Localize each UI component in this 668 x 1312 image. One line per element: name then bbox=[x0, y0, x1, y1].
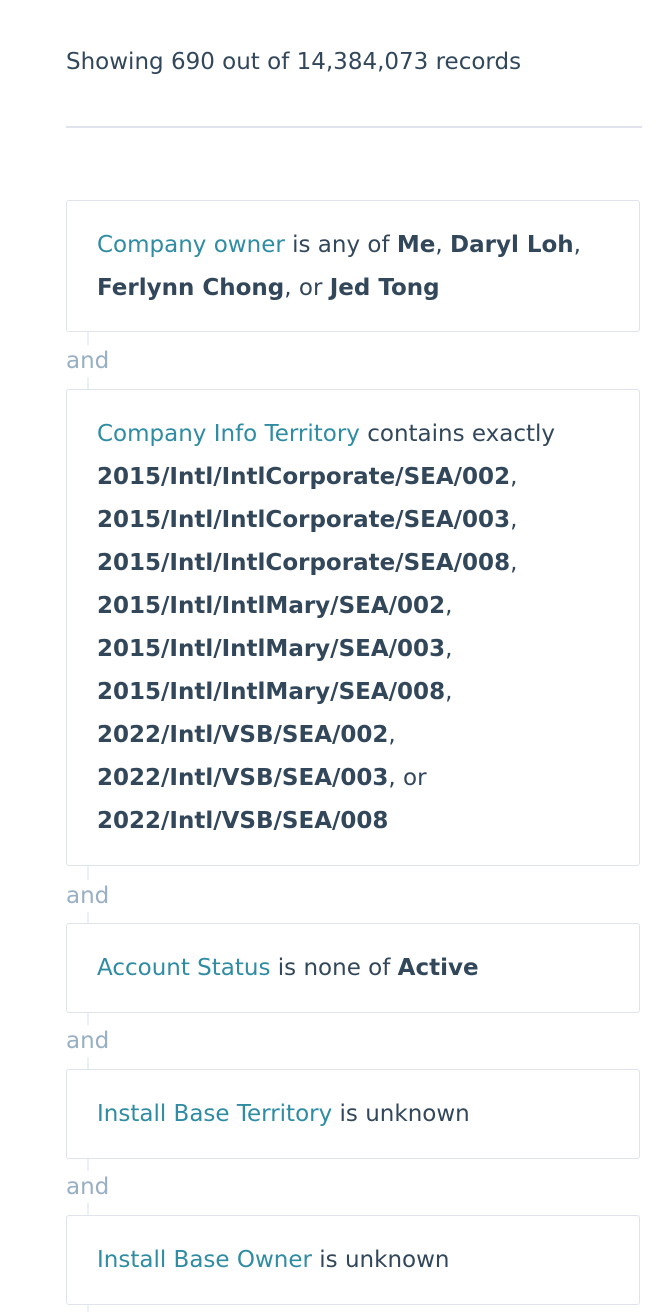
value-separator: , bbox=[445, 636, 453, 662]
filter-card-install-base-owner[interactable]: Install Base Owner is unknown bbox=[66, 1215, 640, 1305]
filter-card-company-owner[interactable]: Company owner is any of Me, Daryl Loh, F… bbox=[66, 200, 640, 332]
filter-value: Daryl Loh bbox=[450, 232, 574, 258]
summary-divider bbox=[66, 126, 642, 128]
value-separator-or: or bbox=[298, 275, 323, 301]
value-separator: , bbox=[435, 232, 443, 258]
value-separator-or: or bbox=[403, 765, 427, 791]
filter-card-company-info-territory[interactable]: Company Info Territory contains exactly … bbox=[66, 389, 640, 866]
value-separator: , bbox=[573, 232, 581, 258]
filter-operator: is unknown bbox=[319, 1247, 450, 1273]
and-conjunction: and bbox=[66, 1025, 112, 1057]
filter-value: 2015/Intl/IntlMary/SEA/002 bbox=[97, 593, 446, 619]
filter-value: 2015/Intl/IntlMary/SEA/003 bbox=[97, 636, 446, 662]
filter-value: 2015/Intl/IntlCorporate/SEA/008 bbox=[97, 550, 511, 576]
value-separator: , bbox=[510, 464, 518, 490]
filter-value: Me bbox=[396, 232, 436, 258]
filter-card-account-status[interactable]: Account Status is none of Active bbox=[66, 923, 640, 1013]
filter-value: Ferlynn Chong bbox=[97, 275, 285, 301]
filter-value: 2022/Intl/VSB/SEA/008 bbox=[97, 808, 389, 834]
value-separator: , bbox=[445, 679, 453, 705]
value-separator: , bbox=[510, 507, 518, 533]
filter-property-company-owner[interactable]: Company owner bbox=[97, 232, 285, 258]
and-conjunction: and bbox=[66, 1171, 112, 1203]
filter-operator: is none of bbox=[277, 955, 391, 981]
value-separator: , bbox=[284, 275, 292, 301]
filter-value: 2022/Intl/VSB/SEA/002 bbox=[97, 722, 389, 748]
filter-value: 2015/Intl/IntlCorporate/SEA/002 bbox=[97, 464, 511, 490]
filter-value: 2015/Intl/IntlCorporate/SEA/003 bbox=[97, 507, 511, 533]
and-conjunction: and bbox=[66, 345, 112, 377]
filter-value: Jed Tong bbox=[329, 275, 440, 301]
filter-property-company-info-territory[interactable]: Company Info Territory bbox=[97, 421, 360, 447]
filter-property-install-base-territory[interactable]: Install Base Territory bbox=[97, 1101, 332, 1127]
filter-value: 2015/Intl/IntlMary/SEA/008 bbox=[97, 679, 446, 705]
value-separator: , bbox=[445, 593, 453, 619]
value-separator: , bbox=[388, 765, 396, 791]
records-summary: Showing 690 out of 14,384,073 records bbox=[66, 49, 522, 75]
filter-value: Active bbox=[397, 955, 479, 981]
filter-operator: is unknown bbox=[339, 1101, 470, 1127]
filter-card-install-base-territory[interactable]: Install Base Territory is unknown bbox=[66, 1069, 640, 1159]
value-separator: , bbox=[510, 550, 518, 576]
filter-property-account-status[interactable]: Account Status bbox=[97, 955, 270, 981]
filter-operator: contains exactly bbox=[367, 421, 556, 447]
filter-value: 2022/Intl/VSB/SEA/003 bbox=[97, 765, 389, 791]
value-separator: , bbox=[388, 722, 396, 748]
filter-operator: is any of bbox=[292, 232, 390, 258]
and-conjunction: and bbox=[66, 880, 112, 912]
filter-property-install-base-owner[interactable]: Install Base Owner bbox=[97, 1247, 312, 1273]
